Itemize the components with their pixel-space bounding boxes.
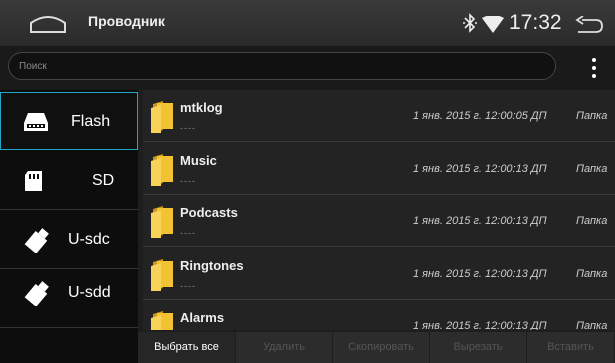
status-bar: Проводник 17:32 (0, 0, 615, 46)
file-subtitle: ---- (180, 280, 196, 291)
sidebar-item-label: U-sdd (68, 284, 111, 301)
file-type: Папка (576, 110, 608, 122)
sidebar-item-flash[interactable]: Flash (0, 92, 138, 150)
folder-icon (151, 311, 173, 330)
delete-button[interactable]: Удалить (236, 332, 333, 363)
file-list: mtklog ---- 1 янв. 2015 г. 12:00:05 ДП Папк… (143, 90, 615, 330)
file-row[interactable]: Podcasts ---- 1 янв. 2015 г. 12:00:13 ДП Па… (143, 195, 615, 247)
storage-sidebar: Flash SD U-sdc U-sdd (0, 90, 138, 363)
sidebar-item-u-sdc[interactable]: U-sdc (0, 211, 138, 269)
wifi-icon (482, 16, 504, 33)
folder-icon (151, 206, 173, 238)
back-icon[interactable] (574, 16, 604, 34)
sd-card-icon (25, 171, 42, 191)
search-input[interactable] (8, 52, 556, 80)
cut-button[interactable]: Вырезать (430, 332, 527, 363)
file-row[interactable]: Ringtones ---- 1 янв. 2015 г. 12:00:13 ДП П… (143, 247, 615, 300)
home-icon[interactable] (28, 13, 68, 35)
folder-icon (151, 101, 173, 133)
sidebar-item-label: U-sdc (68, 231, 110, 248)
sidebar-item-label: SD (92, 172, 115, 189)
file-subtitle: ---- (180, 123, 196, 133)
file-date: 1 янв. 2015 г. 12:00:13 ДП (413, 267, 547, 280)
action-bar: Выбрать все Удалить Скопировать Вырезать… (138, 332, 615, 363)
usb-icon (24, 228, 49, 253)
file-date: 1 янв. 2015 г. 12:00:13 ДП (413, 215, 547, 227)
file-type: Папка (576, 162, 608, 175)
file-type: Папка (576, 267, 608, 280)
bluetooth-icon (463, 13, 477, 33)
file-name: mtklog (180, 100, 223, 115)
sidebar-item-u-sdd[interactable]: U-sdd (0, 270, 138, 328)
file-subtitle: ---- (180, 175, 196, 186)
folder-icon (151, 153, 173, 186)
file-name: Music (180, 152, 217, 168)
search-bar (0, 46, 615, 90)
file-subtitle: ---- (180, 228, 196, 238)
usb-icon (24, 281, 49, 306)
file-row[interactable]: Alarms----1 янв. 2015 г. 12:00:13 ДППапк… (143, 300, 615, 330)
file-name: Alarms (180, 310, 225, 325)
file-type: Папка (576, 320, 608, 330)
app-title: Проводник (88, 13, 165, 29)
file-row[interactable]: Music ---- 1 янв. 2015 г. 12:00:13 ДП Папка (143, 142, 615, 195)
file-date: 1 янв. 2015 г. 12:00:13 ДП (413, 320, 547, 330)
more-options-icon[interactable] (584, 56, 604, 80)
file-type: Папка (576, 215, 608, 227)
folder-icon (151, 258, 173, 291)
paste-button[interactable]: Вставить (527, 332, 615, 363)
file-row[interactable]: mtklog ---- 1 янв. 2015 г. 12:00:05 ДП Папк… (143, 90, 615, 142)
file-date: 1 янв. 2015 г. 12:00:13 ДП (413, 162, 547, 175)
copy-button[interactable]: Скопировать (333, 332, 430, 363)
sidebar-item-label: Flash (71, 113, 111, 130)
flash-drive-icon (24, 113, 48, 131)
file-date: 1 янв. 2015 г. 12:00:05 ДП (413, 110, 547, 122)
clock: 17:32 (509, 11, 562, 34)
file-name: Podcasts (180, 205, 238, 220)
file-name: Ringtones (180, 257, 244, 273)
sidebar-item-sd[interactable]: SD (0, 152, 138, 210)
select-all-button[interactable]: Выбрать все (138, 332, 236, 363)
